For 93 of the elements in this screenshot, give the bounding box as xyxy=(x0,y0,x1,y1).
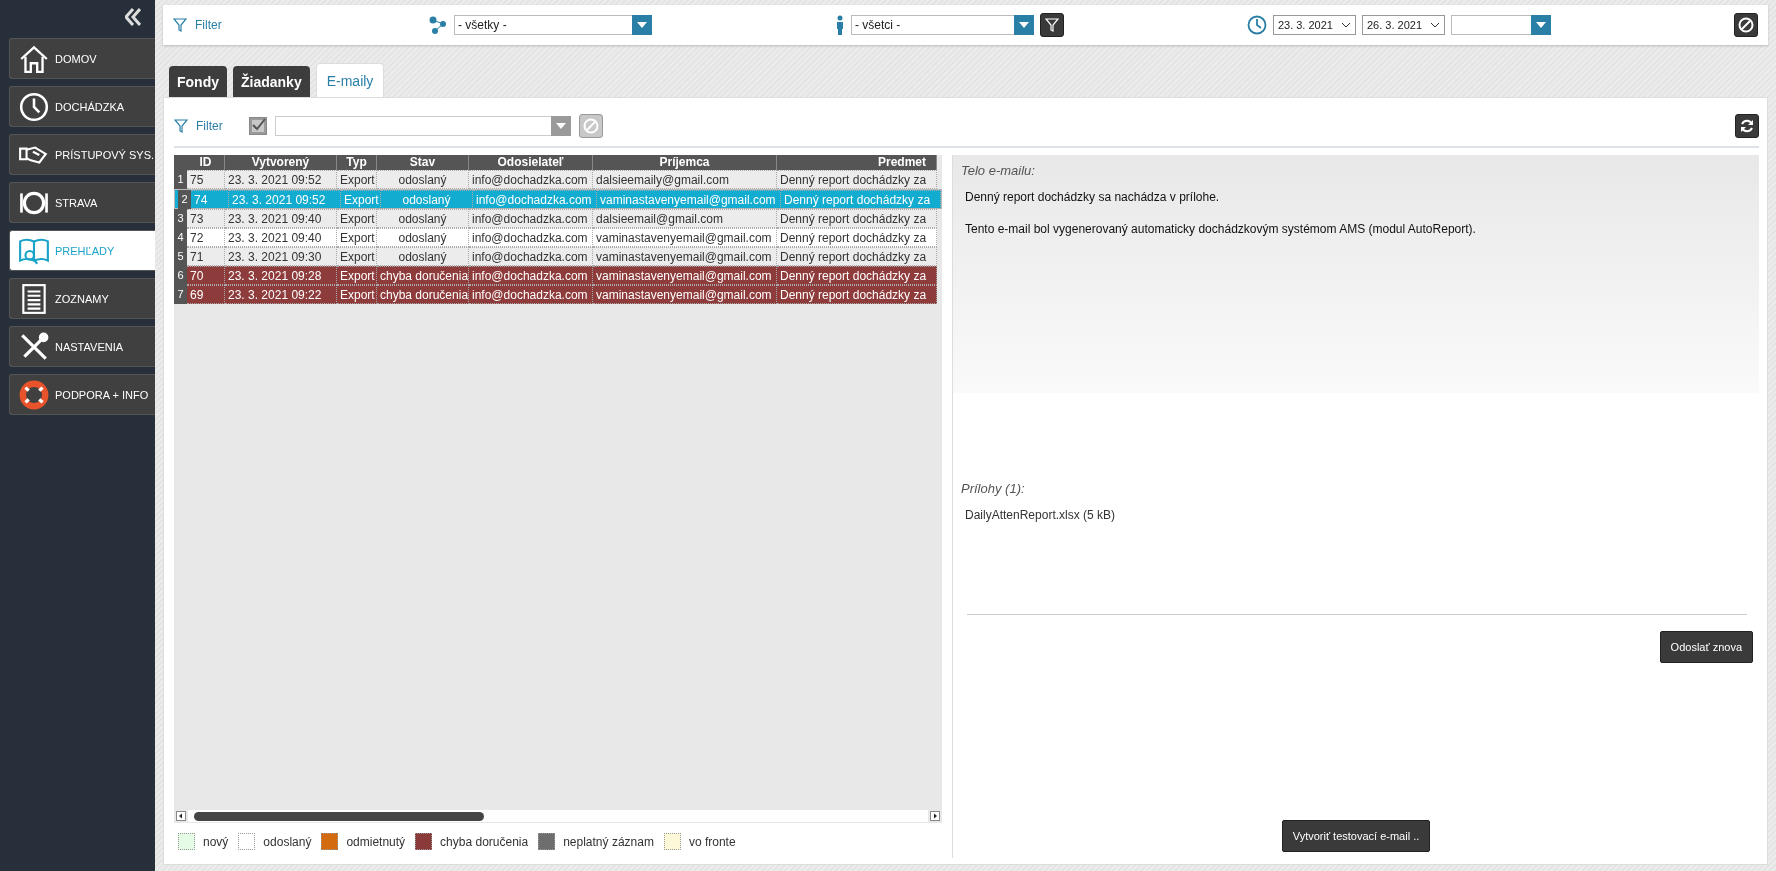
row-number: 1 xyxy=(174,170,187,189)
row-number: 7 xyxy=(174,285,187,304)
caret-icon xyxy=(555,123,566,129)
chevron-icon xyxy=(1430,22,1441,28)
sidebar-item[interactable]: DOCHÁDZKA xyxy=(9,86,155,127)
person-icon xyxy=(834,15,845,35)
legend-label: vo fronte xyxy=(688,834,736,849)
column-header[interactable]: ID xyxy=(187,155,225,170)
email-body-text: Denný report dochádzky sa nachádza v prílohe. xyxy=(965,190,1221,204)
attachment-link[interactable]: DailyAttenReport.xlsx (5 kB) xyxy=(953,496,1759,522)
network-icon xyxy=(428,15,448,35)
column-header[interactable]: Typ xyxy=(337,155,377,170)
filter-icon xyxy=(173,18,187,32)
legend-label: chyba doručenia xyxy=(440,834,529,849)
tab[interactable]: Žiadanky xyxy=(233,66,310,97)
table-cell: Export xyxy=(337,285,377,304)
menu-item-icon xyxy=(18,90,50,123)
filter-button[interactable] xyxy=(1039,13,1064,37)
refresh-icon xyxy=(1739,118,1755,134)
table-cell: 23. 3. 2021 09:22 xyxy=(225,285,337,304)
table-cell: Denný report dochádzky za xyxy=(777,285,937,304)
filter-icon xyxy=(1044,18,1059,32)
scroll-left-icon[interactable] xyxy=(176,811,186,821)
table-cell: 23. 3. 2021 09:52 xyxy=(229,189,341,209)
horizontal-scrollbar[interactable] xyxy=(174,809,942,823)
table-row[interactable]: 1 75 23. 3. 2021 09:52 Export odoslaný info@dochadzka.com dalsieemaily@gmail.com Denný report dochádzky za xyxy=(174,170,937,189)
email-body-text: Tento e-mail bol vygenerovaný automaticky dochádzkovým systémom AMS (modul AutoReport). xyxy=(965,222,1477,236)
person-select[interactable]: - všetci - xyxy=(850,15,1034,35)
row-number: 2 xyxy=(178,189,191,209)
legend-label: neplatný záznam xyxy=(563,834,654,849)
table-cell: vaminastavenyemail@gmail.com xyxy=(593,285,777,304)
table-cell: 69 xyxy=(187,285,225,304)
date-to-field[interactable]: 26. 3. 2021 xyxy=(1361,15,1446,35)
row-number: 3 xyxy=(174,209,187,228)
checkbox-icon[interactable] xyxy=(248,117,267,135)
column-header[interactable]: Predmet xyxy=(777,155,937,170)
prohibited-icon xyxy=(1738,17,1754,33)
sidebar-item[interactable]: ZOZNAMY xyxy=(9,278,155,319)
legend-label: nový xyxy=(203,834,229,849)
filter-select[interactable] xyxy=(274,116,571,136)
sidebar-item[interactable]: DOMOV xyxy=(9,38,155,79)
table-cell: Denný report dochádzky za xyxy=(781,189,941,209)
caret-icon xyxy=(637,22,647,28)
row-number: 4 xyxy=(174,228,187,247)
row-number: 5 xyxy=(174,247,187,266)
table-cell: Export xyxy=(341,189,381,209)
refresh-button[interactable] xyxy=(1735,114,1759,138)
table-cell: chyba doručenia xyxy=(377,285,469,304)
column-header[interactable]: Vytvorený xyxy=(225,155,337,170)
table-cell: odoslaný xyxy=(381,189,473,209)
body-label: Telo e-mailu: xyxy=(961,163,1036,178)
attachments-label: Prílohy (1): xyxy=(960,480,1026,496)
table-row[interactable]: 5 71 23. 3. 2021 09:30 Export odoslaný info@dochadzka.com vaminastavenyemail@gmail.com Denný report dochádzky za xyxy=(174,247,937,266)
table-row[interactable]: 3 73 23. 3. 2021 09:40 Export odoslaný info@dochadzka.com dalsieemail@gmail.com Denný report dochádzky za xyxy=(174,209,937,228)
filter-link[interactable]: Filter xyxy=(196,119,223,133)
legend-label: odmietnutý xyxy=(346,834,406,849)
tab[interactable]: Fondy xyxy=(169,66,227,97)
table-row[interactable]: 6 70 23. 3. 2021 09:28 Export chyba doručenia info@dochadzka.com vaminastavenyemail@gmail.com Denný report dochádzky za xyxy=(174,266,937,285)
prohibited-icon xyxy=(582,118,599,134)
clear-button[interactable] xyxy=(578,114,603,138)
column-header[interactable]: Príjemca xyxy=(593,155,777,170)
sidebar-item[interactable]: NASTAVENIA xyxy=(9,326,155,367)
menu-item-icon xyxy=(18,330,50,363)
scroll-right-icon[interactable] xyxy=(930,811,940,821)
menu-item-icon xyxy=(18,378,50,411)
tab[interactable]: E-maily xyxy=(315,63,385,97)
table-cell: 74 xyxy=(191,189,229,209)
clear-filter-button[interactable] xyxy=(1734,13,1758,37)
column-header[interactable]: Stav xyxy=(377,155,469,170)
sidebar-item[interactable]: STRAVA xyxy=(9,182,155,223)
legend-label: odoslaný xyxy=(263,834,312,849)
caret-icon xyxy=(1536,22,1547,28)
clock-icon xyxy=(1246,15,1267,35)
resend-button[interactable]: Odoslať znova xyxy=(1659,631,1753,663)
table-cell: info@dochadzka.com xyxy=(469,285,593,304)
table-row[interactable]: 7 69 23. 3. 2021 09:22 Export chyba doručenia info@dochadzka.com vaminastavenyemail@gmail.com Denný report dochádzky za xyxy=(174,285,937,304)
chevron-icon xyxy=(1340,22,1351,28)
caret-icon xyxy=(1018,22,1029,28)
filter-link[interactable]: Filter xyxy=(195,18,222,32)
sidebar-item[interactable]: PRÍSTUPOVÝ SYS. xyxy=(9,134,155,175)
table-row[interactable]: 2 74 23. 3. 2021 09:52 Export odoslaný info@dochadzka.com vaminastavenyemail@gmail.com Denný report dochádzky za xyxy=(174,189,942,209)
table-cell: vaminastavenyemail@gmail.com xyxy=(597,189,781,209)
date-from-field[interactable]: 23. 3. 2021 xyxy=(1272,15,1356,35)
filter-icon xyxy=(174,119,188,133)
period-select[interactable] xyxy=(1451,15,1552,35)
column-header[interactable]: Odosielateľ xyxy=(469,155,593,170)
row-number: 6 xyxy=(174,266,187,285)
table-row[interactable]: 4 72 23. 3. 2021 09:40 Export odoslaný info@dochadzka.com vaminastavenyemail@gmail.com Denný report dochádzky za xyxy=(174,228,937,247)
create-test-email-button[interactable]: Vytvoriť testovací e-mail .. xyxy=(1281,820,1431,852)
group-select[interactable]: - všetky - xyxy=(454,15,652,35)
collapse-icon[interactable] xyxy=(125,8,141,26)
table-cell: info@dochadzka.com xyxy=(473,189,597,209)
sidebar-item[interactable]: PODPORA + INFO xyxy=(9,374,155,415)
